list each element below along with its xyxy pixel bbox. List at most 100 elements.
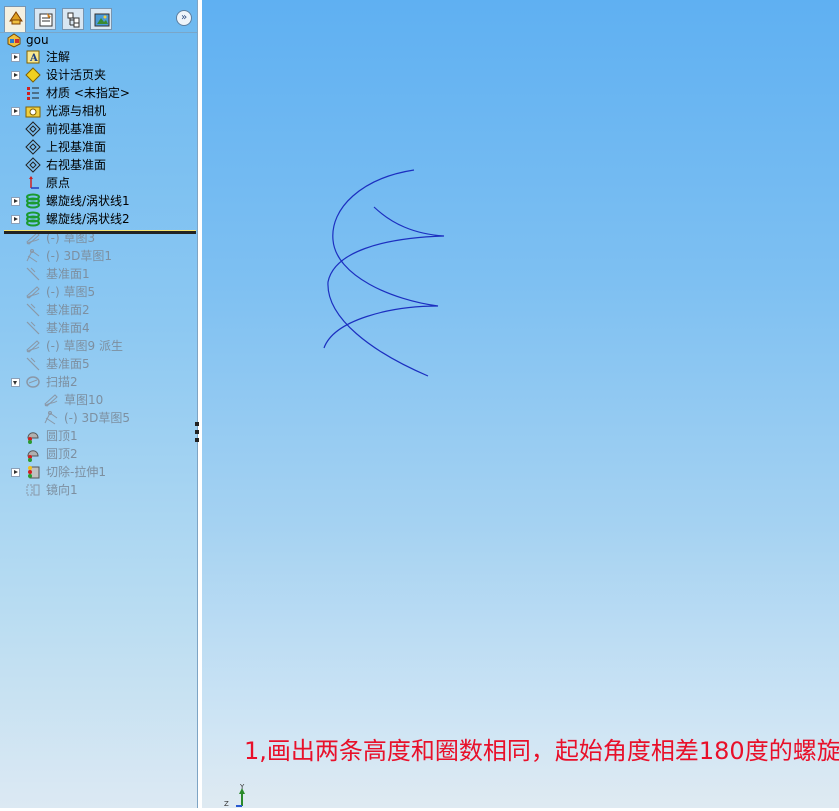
tree-item-label: 注解: [46, 50, 71, 64]
tree-item[interactable]: 光源与相机: [0, 102, 196, 120]
rollback-bar[interactable]: [4, 230, 196, 234]
tree-expander[interactable]: [11, 468, 20, 477]
helix-curve-2[interactable]: [327, 206, 445, 377]
ref-plane-icon: [25, 356, 41, 372]
sketch-icon: [43, 392, 59, 408]
tree-item[interactable]: (-) 草图9 派生: [0, 337, 196, 355]
tree-item[interactable]: gou: [0, 31, 196, 49]
tutorial-caption: 1,画出两条高度和圈数相同，起始角度相差180度的螺旋线: [244, 737, 839, 765]
ref-plane-icon: [25, 320, 41, 336]
3d-sketch-icon: [25, 248, 41, 264]
property-manager-tab[interactable]: [34, 8, 56, 30]
tree-item-label: (-) 3D草图5: [64, 411, 131, 425]
configuration-manager-tab[interactable]: [62, 8, 84, 30]
helix-curve-1[interactable]: [323, 169, 439, 349]
tree-item-label: 设计活页夹: [46, 68, 107, 82]
graphics-viewport[interactable]: 1,画出两条高度和圈数相同，起始角度相差180度的螺旋线: [202, 0, 839, 808]
tree-expander[interactable]: [11, 215, 20, 224]
tree-item[interactable]: 基准面4: [0, 319, 196, 337]
tree-item-label: 螺旋线/涡状线1: [46, 194, 130, 208]
material-icon: [25, 85, 41, 101]
mirror-icon: [25, 482, 41, 498]
plane-icon: [25, 157, 41, 173]
tree-item[interactable]: 圆顶1: [0, 427, 196, 445]
tree-item[interactable]: A 注解: [0, 48, 196, 66]
tree-item-label: gou: [26, 33, 49, 47]
helix-icon: [25, 211, 41, 227]
tree-item[interactable]: (-) 草图5: [0, 283, 196, 301]
tree-item[interactable]: 前视基准面: [0, 120, 196, 138]
plane-icon: [25, 121, 41, 137]
svg-text:A: A: [29, 53, 38, 64]
tree-item[interactable]: (-) 3D草图1: [0, 247, 196, 265]
ref-plane-icon: [25, 266, 41, 282]
tree-item-label: 圆顶2: [46, 447, 78, 461]
tree-item-label: 基准面1: [46, 267, 90, 281]
tree-item[interactable]: 螺旋线/涡状线1: [0, 192, 196, 210]
tree-item[interactable]: 设计活页夹: [0, 66, 196, 84]
tree-item-label: 基准面5: [46, 357, 90, 371]
tree-item[interactable]: 螺旋线/涡状线2: [0, 210, 196, 228]
sketch-icon: [25, 284, 41, 300]
tree-item[interactable]: 材质 <未指定>: [0, 84, 196, 102]
tree-item[interactable]: 切除-拉伸1: [0, 463, 196, 481]
display-manager-tab[interactable]: [90, 8, 112, 30]
display-manager-icon: [94, 13, 110, 27]
design-binder-icon: [25, 67, 41, 83]
tree-item-label: 右视基准面: [46, 158, 107, 172]
part-icon: [6, 32, 22, 48]
tree-item-label: 材质 <未指定>: [46, 86, 130, 100]
sweep-icon: [25, 374, 41, 390]
helix-sketch: [323, 169, 445, 377]
plane-icon: [25, 139, 41, 155]
tree-item-label: 光源与相机: [46, 104, 107, 118]
tree-item-label: 原点: [46, 176, 71, 190]
cut-extrude-icon: [25, 464, 41, 480]
feature-manager-icon: [9, 11, 23, 25]
tree-item-label: (-) 3D草图1: [46, 249, 113, 263]
panel-splitter[interactable]: [194, 420, 200, 450]
tree-item[interactable]: 基准面2: [0, 301, 196, 319]
tree-item-label: 基准面4: [46, 321, 90, 335]
manager-tab-strip: »: [0, 0, 198, 33]
ref-plane-icon: [25, 302, 41, 318]
dome-icon: [25, 446, 41, 462]
property-manager-icon: [39, 13, 53, 27]
tree-item[interactable]: 扫描2: [0, 373, 196, 391]
tree-item-label: 基准面2: [46, 303, 90, 317]
tree-item-label: (-) 草图9 派生: [46, 339, 123, 353]
tree-item-label: 螺旋线/涡状线2: [46, 212, 130, 226]
tree-item-label: 镜向1: [46, 483, 78, 497]
origin-icon: [25, 175, 41, 191]
helix-icon: [25, 193, 41, 209]
tree-item-label: 扫描2: [46, 375, 78, 389]
annotation-icon: A: [25, 49, 41, 65]
tree-item[interactable]: 右视基准面: [0, 156, 196, 174]
tree-item[interactable]: 镜向1: [0, 481, 196, 499]
tree-expander[interactable]: [11, 197, 20, 206]
tree-expander[interactable]: [11, 378, 20, 387]
3d-sketch-icon: [43, 410, 59, 426]
configuration-icon: [67, 12, 80, 28]
tree-item-label: 草图10: [64, 393, 104, 407]
expand-panel-button[interactable]: »: [176, 10, 192, 26]
tree-item-label: 圆顶1: [46, 429, 78, 443]
triad-y-label: Y: [239, 784, 245, 791]
tree-item-label: (-) 草图5: [46, 285, 96, 299]
tree-expander[interactable]: [11, 107, 20, 116]
tree-item-label: 上视基准面: [46, 140, 107, 154]
tree-item[interactable]: 基准面5: [0, 355, 196, 373]
tree-expander[interactable]: [11, 53, 20, 62]
tree-item-label: 前视基准面: [46, 122, 107, 136]
tree-item[interactable]: 原点: [0, 174, 196, 192]
tree-item[interactable]: 基准面1: [0, 265, 196, 283]
tree-item[interactable]: 草图10: [0, 391, 196, 409]
tree-item[interactable]: (-) 3D草图5: [0, 409, 196, 427]
triad-z-label: Z: [224, 800, 229, 808]
tree-item-label: 切除-拉伸1: [46, 465, 106, 479]
tree-item[interactable]: 圆顶2: [0, 445, 196, 463]
feature-manager-panel: » gou A 注解设计活页夹材质 <未指定> 光源与相机前视基准面上视基准面右视基准…: [0, 0, 200, 808]
tree-expander[interactable]: [11, 71, 20, 80]
tree-item[interactable]: 上视基准面: [0, 138, 196, 156]
feature-manager-tab[interactable]: [4, 6, 26, 32]
